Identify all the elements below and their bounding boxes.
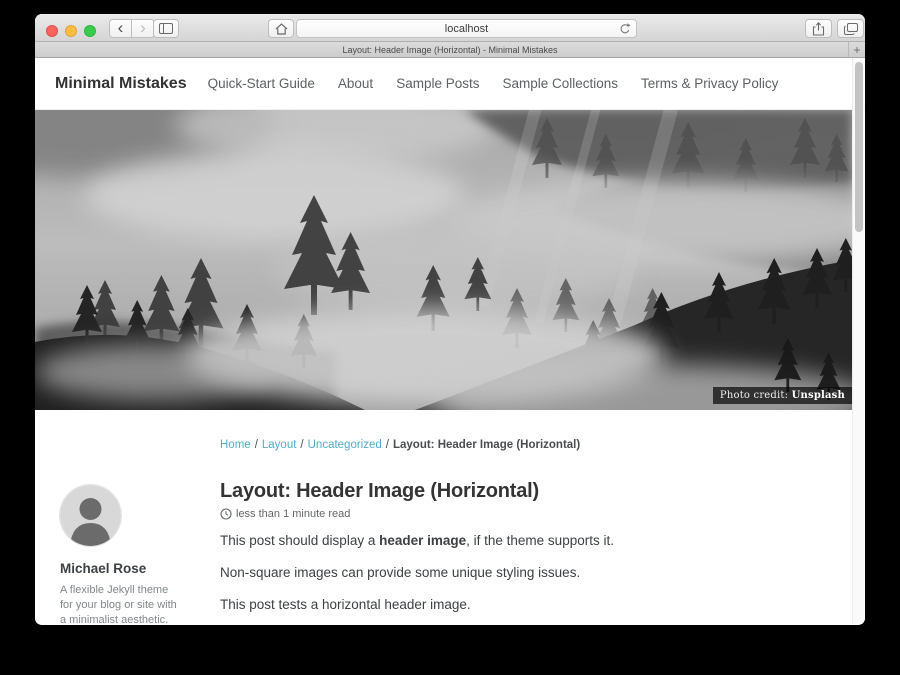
page-viewport: Minimal Mistakes Quick-Start Guide About…	[35, 58, 865, 624]
scrollbar-track[interactable]	[852, 58, 864, 624]
breadcrumb-current: Layout: Header Image (Horizontal)	[393, 439, 580, 451]
nav-link-terms-privacy[interactable]: Terms & Privacy Policy	[641, 76, 778, 91]
scrollbar-thumb[interactable]	[855, 62, 863, 232]
person-silhouette-icon	[60, 485, 121, 546]
nav-link-quick-start-guide[interactable]: Quick-Start Guide	[208, 76, 315, 91]
forward-icon: ›	[140, 19, 146, 36]
breadcrumb: Home/Layout/Uncategorized/Layout: Header…	[220, 439, 865, 451]
post-page: Home/Layout/Uncategorized/Layout: Header…	[35, 410, 865, 624]
author-sidebar: Michael Rose A flexible Jekyll theme for…	[35, 468, 220, 624]
foggy-forest-illustration	[35, 110, 852, 410]
breadcrumb-link-uncategorized[interactable]: Uncategorized	[308, 439, 382, 451]
post-meta: less than 1 minute read	[220, 508, 820, 520]
minimize-window-button[interactable]	[65, 25, 77, 37]
breadcrumb-link-home[interactable]: Home	[220, 439, 251, 451]
active-tab[interactable]: Layout: Header Image (Horizontal) - Mini…	[342, 45, 557, 55]
nav-link-about[interactable]: About	[338, 76, 373, 91]
breadcrumb-link-layout[interactable]: Layout	[262, 439, 297, 451]
nav-link-sample-posts[interactable]: Sample Posts	[396, 76, 479, 91]
reload-button[interactable]	[618, 22, 632, 36]
forward-button[interactable]: ›	[132, 19, 155, 38]
avatar	[60, 485, 121, 546]
author-name: Michael Rose	[60, 561, 220, 576]
plus-icon: +	[853, 43, 860, 57]
post-title: Layout: Header Image (Horizontal)	[220, 480, 820, 503]
home-icon	[275, 23, 288, 35]
clock-icon	[220, 508, 232, 520]
site-masthead: Minimal Mistakes Quick-Start Guide About…	[35, 58, 865, 110]
breadcrumb-separator: /	[386, 439, 389, 451]
nav-link-sample-collections[interactable]: Sample Collections	[502, 76, 618, 91]
share-icon	[812, 22, 825, 36]
zoom-window-button[interactable]	[84, 25, 96, 37]
sidebar-toggle-button[interactable]	[153, 19, 179, 38]
breadcrumb-separator: /	[255, 439, 258, 451]
paragraph-bold-text: header image	[379, 533, 466, 548]
author-bio: A flexible Jekyll theme for your blog or…	[60, 583, 178, 624]
tab-overview-button[interactable]	[837, 19, 864, 38]
back-button[interactable]: ‹	[109, 19, 132, 38]
home-button[interactable]	[268, 19, 294, 38]
content-columns: Michael Rose A flexible Jekyll theme for…	[35, 468, 865, 624]
history-nav-group: ‹ ›	[109, 19, 155, 38]
photo-credit-source: Unsplash	[792, 390, 845, 401]
new-tab-button[interactable]: +	[848, 42, 865, 57]
sidebar-icon	[159, 23, 173, 34]
photo-credit: Photo credit: Unsplash	[713, 387, 852, 404]
address-bar[interactable]: localhost	[296, 19, 637, 38]
paragraph-text: This post should display a	[220, 533, 379, 548]
share-button[interactable]	[805, 19, 832, 38]
tab-bar: Layout: Header Image (Horizontal) - Mini…	[35, 42, 865, 58]
reload-icon	[618, 22, 632, 36]
post-paragraph-2: Non-square images can provide some uniqu…	[220, 565, 820, 580]
close-window-button[interactable]	[46, 25, 58, 37]
breadcrumb-separator: /	[300, 439, 303, 451]
paragraph-text: , if the theme supports it.	[466, 533, 614, 548]
browser-window: ‹ › localhost	[35, 14, 865, 625]
post-paragraph-3: This post tests a horizontal header imag…	[220, 597, 820, 612]
post-article: Layout: Header Image (Horizontal) less t…	[220, 468, 865, 624]
tab-overview-icon	[844, 23, 858, 35]
site-title-link[interactable]: Minimal Mistakes	[55, 75, 187, 93]
photo-credit-prefix: Photo credit:	[720, 390, 792, 401]
url-text: localhost	[445, 23, 488, 35]
post-paragraph-1: This post should display a header image,…	[220, 533, 820, 548]
header-image: Photo credit: Unsplash	[35, 110, 852, 410]
browser-toolbar: ‹ › localhost	[35, 14, 865, 42]
read-time: less than 1 minute read	[236, 508, 350, 520]
back-icon: ‹	[118, 19, 124, 36]
